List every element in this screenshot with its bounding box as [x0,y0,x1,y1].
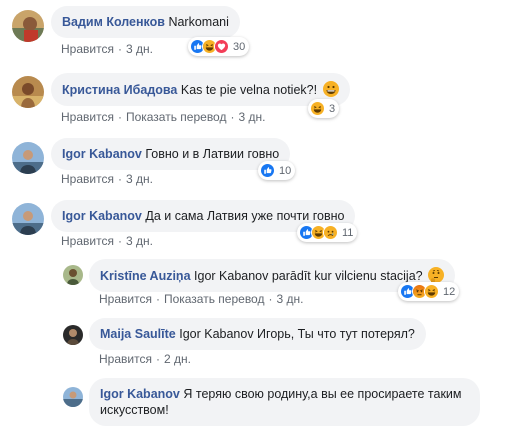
comment-text: Kas te pie velna notiek?! [180,83,318,97]
like-link[interactable]: Нравится [61,42,114,56]
comment-bubble: Igor Kabanov Говно и в Латвии говно [51,138,291,170]
timestamp[interactable]: 3 дн. [126,172,153,186]
reaction-count: 30 [233,40,246,53]
avatar[interactable] [63,265,83,285]
comment-author[interactable]: Igor Kabanov [100,387,180,401]
like-link[interactable]: Нравится [99,352,152,366]
reaction-count: 10 [279,164,292,177]
reaction-count: 12 [443,285,456,298]
like-link[interactable]: Нравится [61,234,114,248]
comment-text: Igor Kabanov Игорь, Ты что тут потерял? [179,327,415,341]
avatar[interactable] [12,76,44,108]
comment-author[interactable]: Maija Saulīte [100,327,176,341]
comment-actions: Нравится · Показать перевод · 3 дн. [99,292,304,306]
reaction-count: 3 [329,102,336,115]
timestamp[interactable]: 2 дн. [164,352,191,366]
grin-emoji [322,81,339,97]
avatar[interactable] [63,325,83,345]
comment-bubble: Вадим Коленков Narkomani [51,6,240,38]
comment-bubble: Кристина Ибадова Kas te pie velna notiek… [51,73,350,106]
thinking-emoji [428,267,445,283]
reactions-summary[interactable]: 30 [188,37,250,56]
comment-text: Narkomani [168,15,229,29]
reactions-summary[interactable]: 3 [308,99,340,118]
comment-author[interactable]: Вадим Коленков [62,15,165,29]
avatar[interactable] [12,203,44,235]
timestamp[interactable]: 3 дн. [126,42,153,56]
reply-bubble: Maija Saulīte Igor Kabanov Игорь, Ты что… [89,318,426,350]
show-translation-link[interactable]: Показать перевод [164,292,265,306]
comment-author[interactable]: Igor Kabanov [62,209,142,223]
comment-text: Говно и в Латвии говно [145,147,280,161]
haha-icon [424,284,439,299]
comment-text: Igor Kabanov parādīt kur vilcienu stacij… [194,269,423,283]
like-link[interactable]: Нравится [61,110,114,124]
sad-icon [323,225,338,240]
reaction-count: 11 [342,226,354,239]
reactions-summary[interactable]: 12 [398,282,460,301]
reactions-summary[interactable]: 11 [297,223,358,242]
comment-actions: Нравится · 2 дн. [99,352,191,366]
timestamp[interactable]: 3 дн. [238,110,265,124]
reply-bubble: Igor Kabanov Я теряю свою родину,а вы ее… [89,378,480,426]
avatar[interactable] [12,142,44,174]
love-icon [214,39,229,54]
comment-actions: Нравится · Показать перевод · 3 дн. [61,110,266,124]
comment-author[interactable]: Kristīne Auziņa [100,269,191,283]
like-icon [260,163,275,178]
timestamp[interactable]: 3 дн. [276,292,303,306]
reactions-summary[interactable]: 10 [258,161,296,180]
comment-author[interactable]: Кристина Ибадова [62,83,177,97]
comment-actions: Нравится · 3 дн. [61,234,153,248]
comment-author[interactable]: Igor Kabanov [62,147,142,161]
like-link[interactable]: Нравится [61,172,114,186]
avatar[interactable] [63,387,83,407]
like-link[interactable]: Нравится [99,292,152,306]
haha-icon [310,101,325,116]
comment-text: Да и сама Латвия уже почти говно [145,209,345,223]
comment-actions: Нравится · 3 дн. [61,42,153,56]
avatar[interactable] [12,10,44,42]
comment-actions: Нравится · 3 дн. [61,172,153,186]
timestamp[interactable]: 3 дн. [126,234,153,248]
show-translation-link[interactable]: Показать перевод [126,110,227,124]
